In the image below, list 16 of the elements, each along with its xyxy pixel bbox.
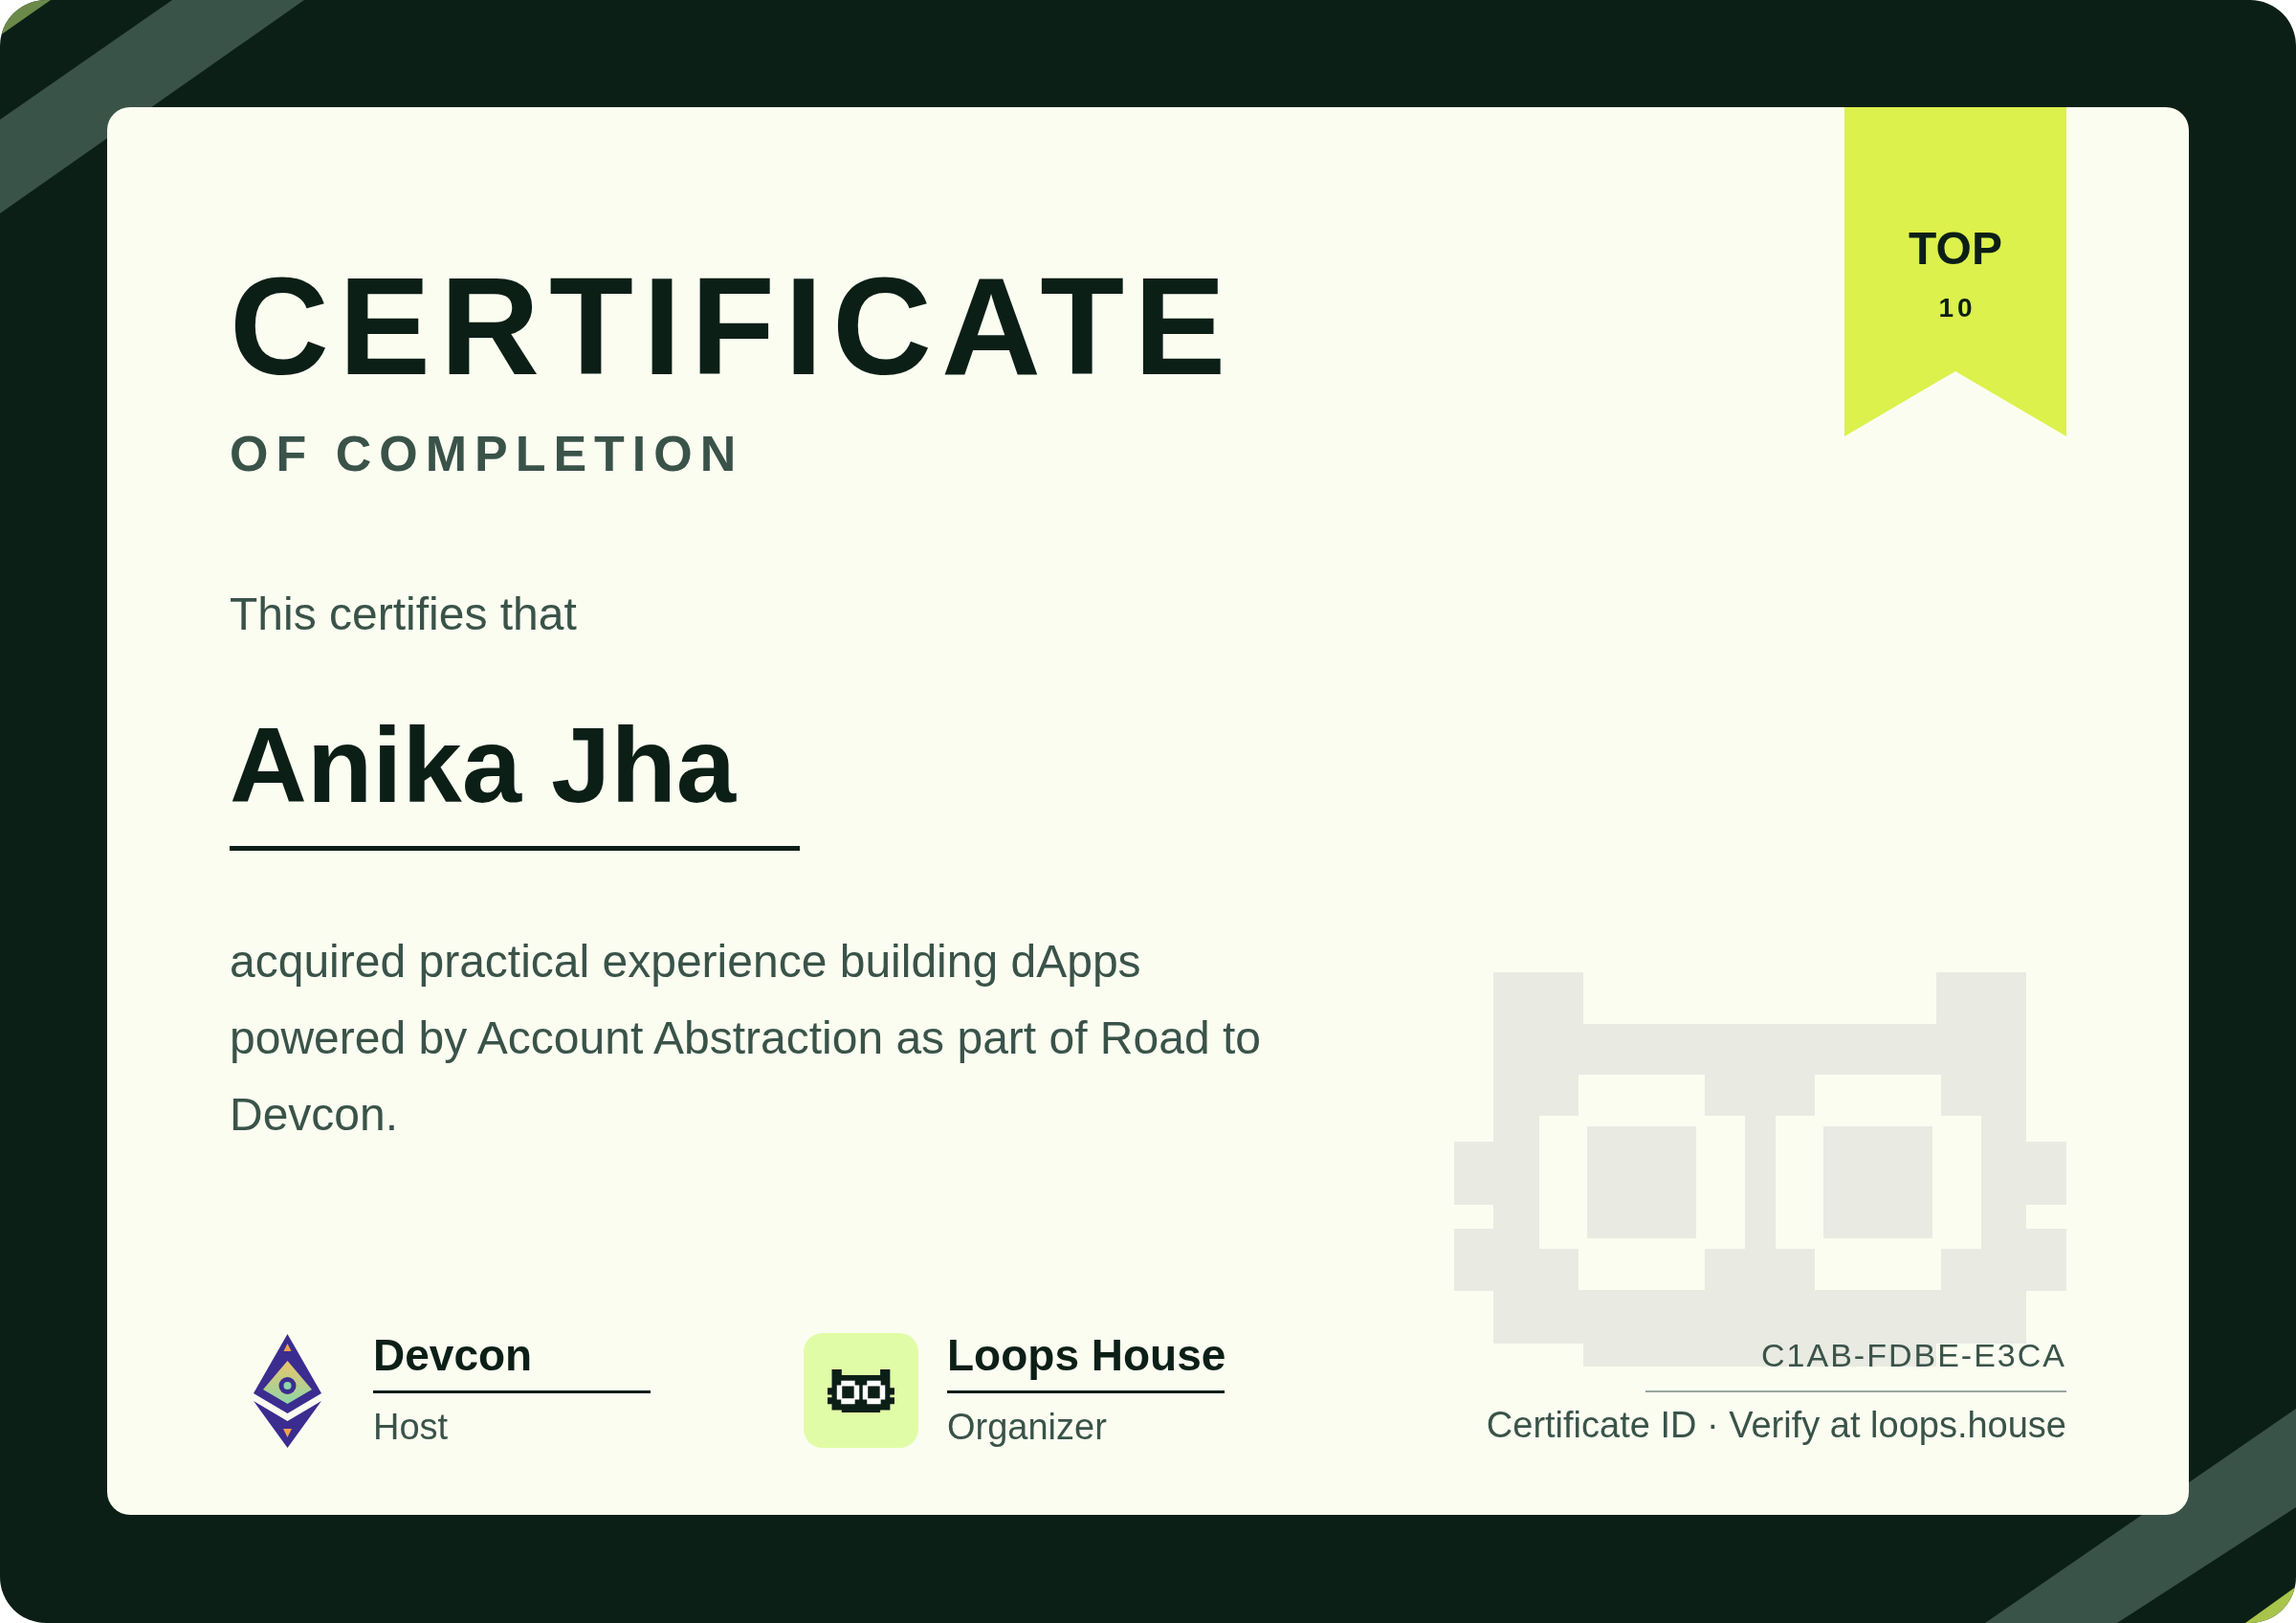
description-text: acquired practical experience building dApps powered by Account Abstraction as part of Road to Devcon.: [230, 935, 1262, 1142]
certificate-title: CERTIFICATE: [230, 258, 1236, 396]
diamond-emblem-icon: [253, 1333, 321, 1448]
corner-stripe: [2245, 1587, 2296, 1623]
signatory-role: Organizer: [947, 1409, 1107, 1445]
corner-stripe: [0, 0, 51, 35]
signatory-name: Devcon: [373, 1333, 533, 1377]
verification-caption: Certificate ID · Verify at loops.house: [1486, 1407, 2066, 1443]
certificate-id: C1AB-FDBE-E3CA: [1761, 1339, 2066, 1371]
signatory-role: Host: [373, 1409, 449, 1445]
recipient-name: Anika Jha: [230, 712, 737, 819]
intro-text: This certifies that: [230, 591, 577, 637]
certificate-subtitle: OF COMPLETION: [230, 429, 744, 478]
ribbon-rank: 10: [1937, 295, 1976, 322]
cat-face-icon: [804, 1333, 918, 1448]
ribbon-label: TOP: [1909, 226, 2002, 272]
